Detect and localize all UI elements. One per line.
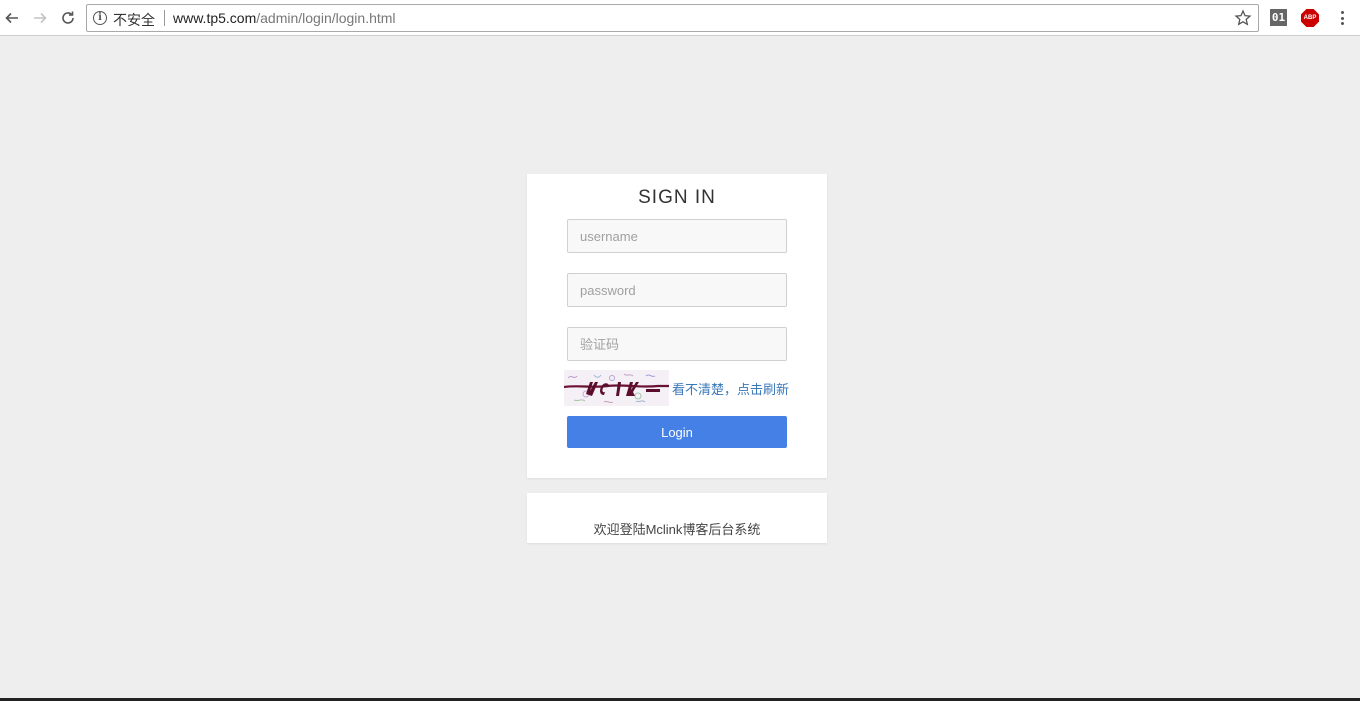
back-button[interactable] — [0, 6, 24, 30]
omnibox-divider — [164, 10, 165, 26]
browser-toolbar: i 不安全 www.tp5.com/admin/login/login.html… — [0, 0, 1360, 36]
adblock-plus-icon[interactable]: ABP — [1301, 9, 1319, 27]
username-input[interactable] — [567, 219, 787, 253]
bookmark-star-icon[interactable] — [1234, 9, 1252, 27]
captcha-image[interactable] — [564, 370, 669, 406]
arrow-left-icon — [5, 12, 18, 24]
arrow-right-icon — [34, 12, 47, 24]
captcha-input[interactable] — [567, 327, 787, 361]
browser-menu-icon[interactable] — [1333, 8, 1351, 28]
captcha-refresh-link[interactable]: 看不清楚，点击刷新 — [672, 379, 789, 398]
reload-icon — [62, 11, 74, 24]
address-bar[interactable]: i 不安全 www.tp5.com/admin/login/login.html — [86, 4, 1259, 32]
url-path: /admin/login/login.html — [256, 10, 396, 26]
login-button[interactable]: Login — [567, 416, 787, 448]
reload-button[interactable] — [56, 6, 80, 30]
captcha-graphic — [564, 370, 669, 406]
password-input[interactable] — [567, 273, 787, 307]
url-host: www.tp5.com — [173, 10, 257, 26]
security-label: 不安全 — [113, 12, 155, 28]
login-panel: SIGN IN username 验证码 看不清楚，点击刷新 Login — [527, 174, 827, 478]
extension-01-icon[interactable]: 01 — [1270, 9, 1287, 26]
forward-button[interactable] — [28, 6, 52, 30]
url-text[interactable]: www.tp5.com/admin/login/login.html — [173, 10, 396, 26]
info-icon[interactable]: i — [93, 11, 107, 25]
welcome-panel: 欢迎登陆Mclink博客后台系统 — [527, 493, 827, 543]
sign-in-title: SIGN IN — [638, 187, 716, 208]
welcome-text: 欢迎登陆Mclink博客后台系统 — [593, 522, 761, 537]
